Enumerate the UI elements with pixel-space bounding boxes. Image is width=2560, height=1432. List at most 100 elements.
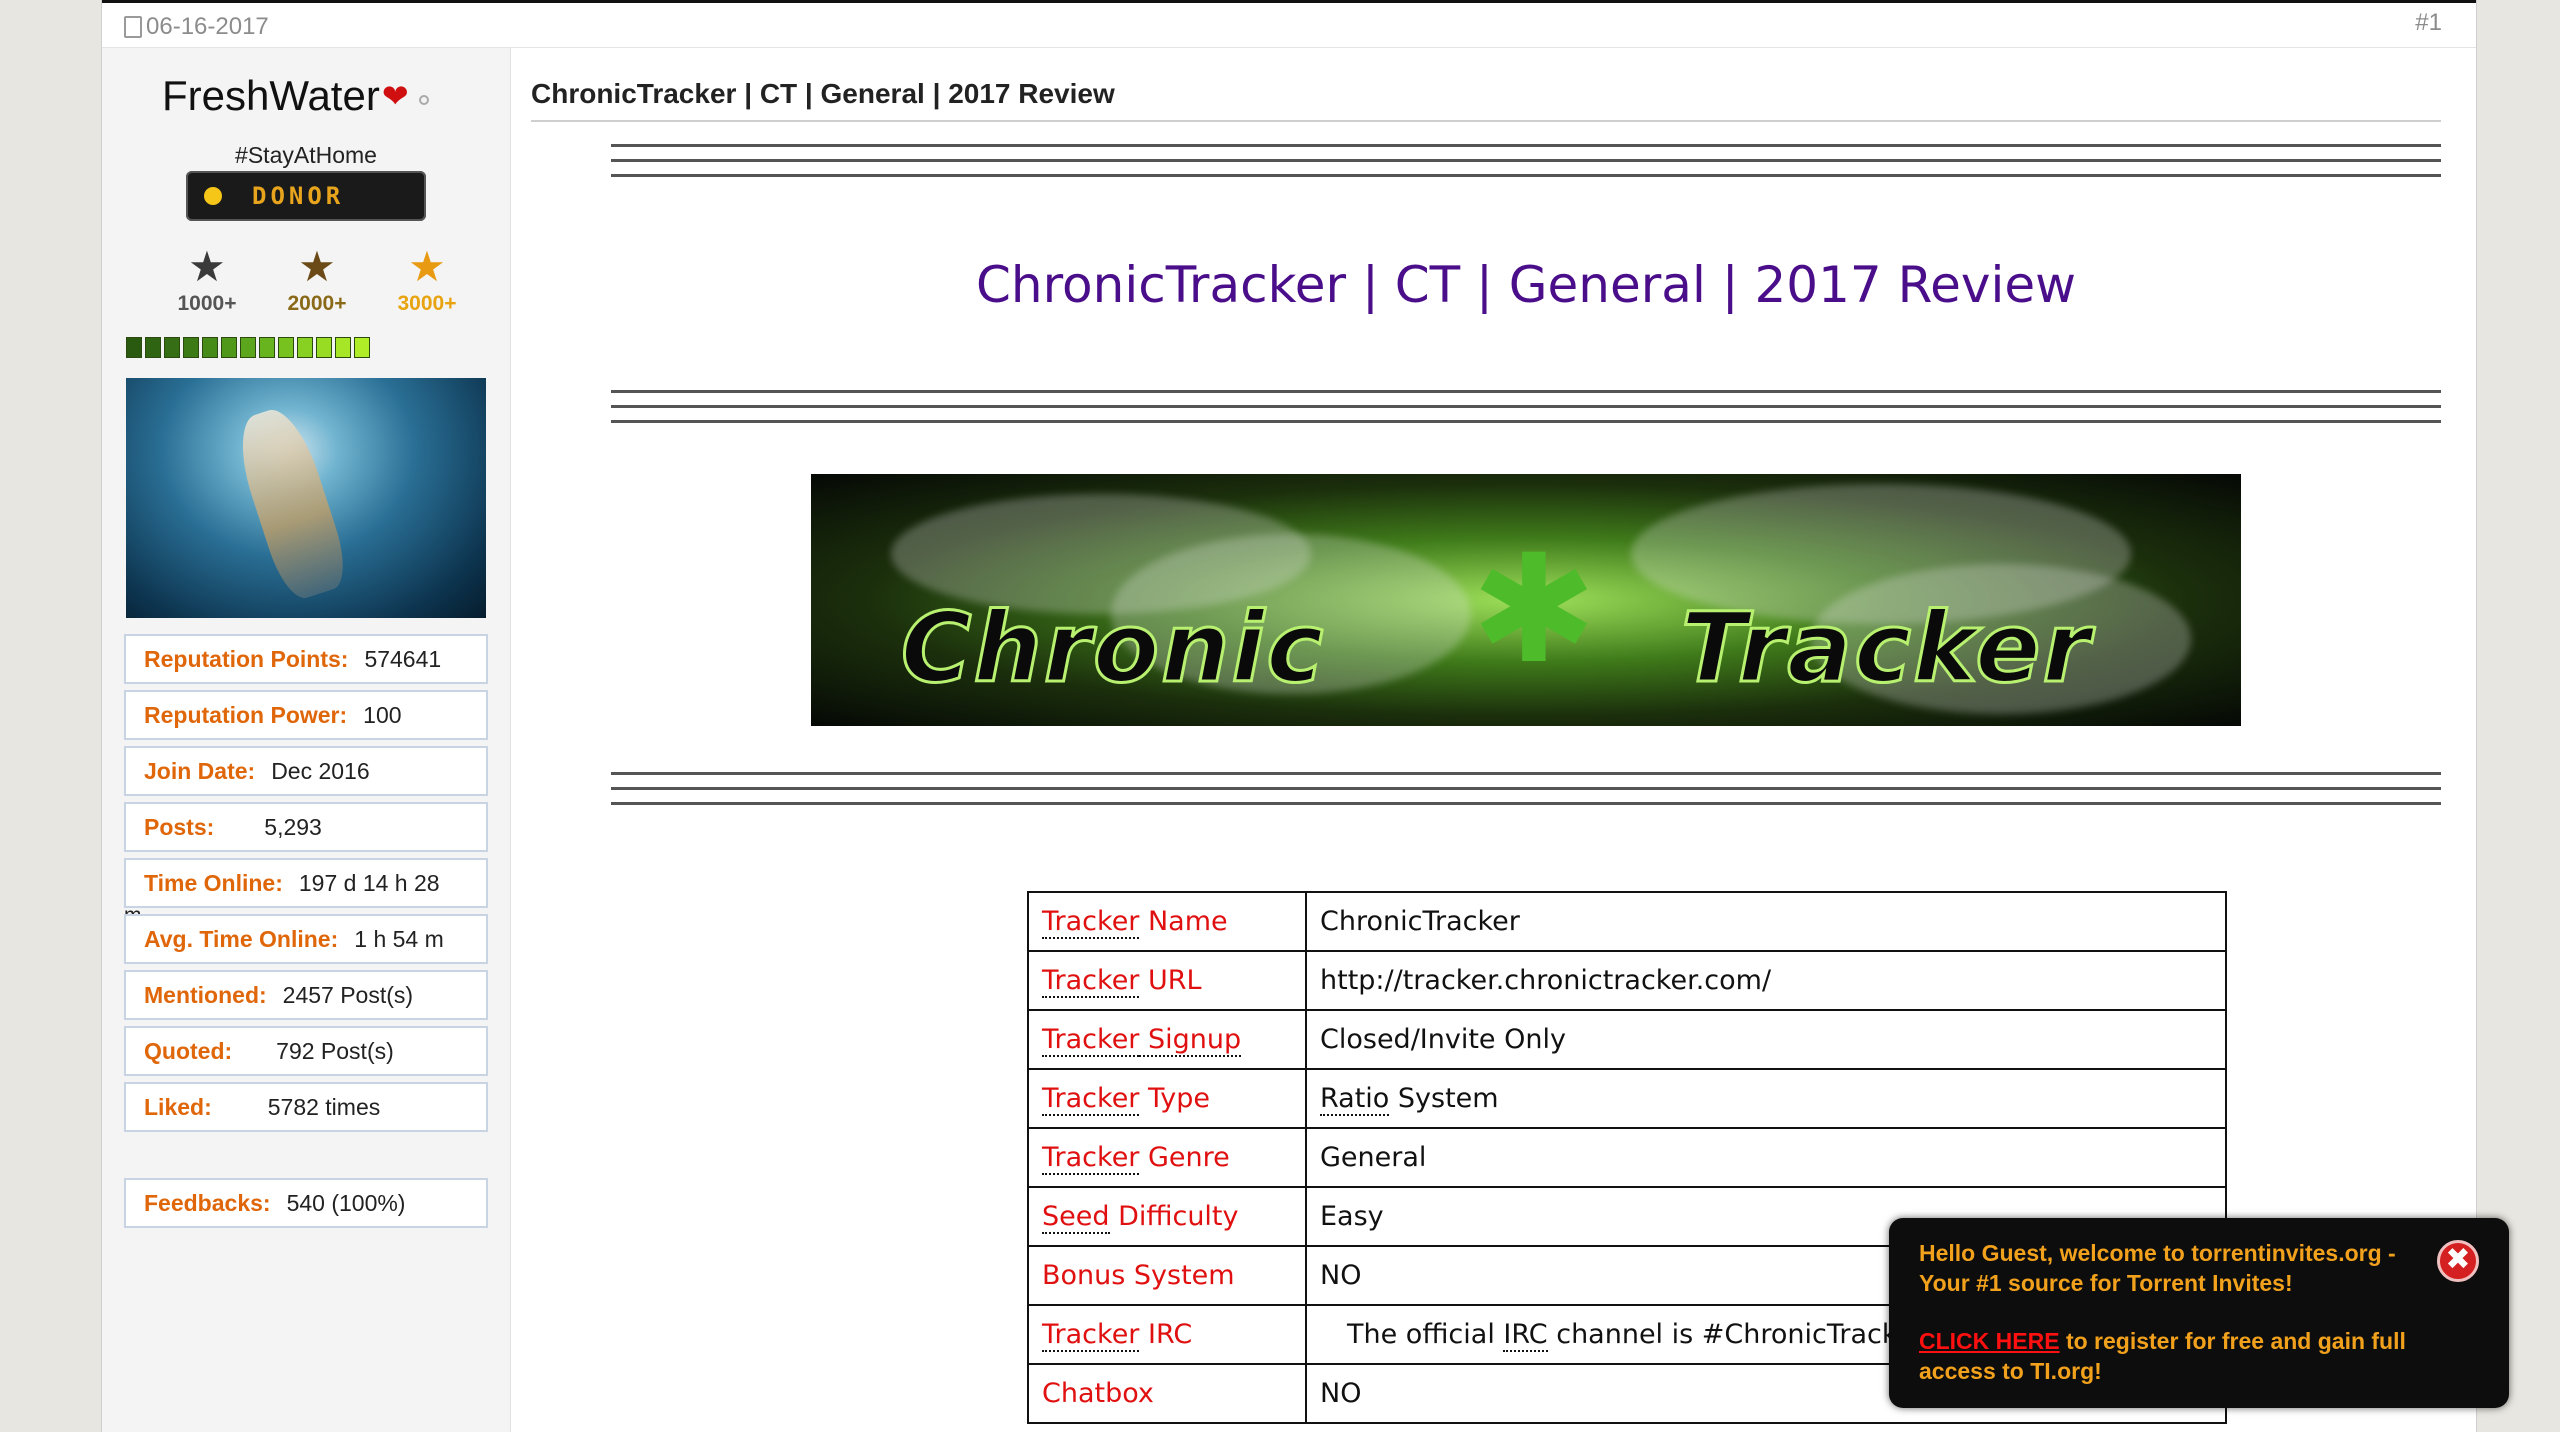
keyword-link[interactable]: Tracker — [1042, 906, 1140, 939]
reputation-segment — [297, 337, 313, 358]
stat-label: Quoted: — [144, 1037, 233, 1064]
popup-greeting: Hello Guest, welcome to torrentinvites.o… — [1919, 1240, 2396, 1296]
table-row: Tracker URL http://tracker.chronictracke… — [1027, 950, 2227, 1011]
cannabis-leaf-icon: ✱ — [1471, 525, 1597, 693]
stat-value: 100 — [363, 701, 402, 728]
row-value: General — [1305, 1127, 2227, 1188]
row-key: Bonus System — [1027, 1245, 1307, 1306]
row-key: Tracker Name — [1027, 891, 1307, 952]
stat-reputation-points: Reputation Points: 574641 — [124, 634, 488, 684]
row-key: Tracker URL — [1027, 950, 1307, 1011]
avatar[interactable] — [126, 378, 486, 618]
row-key: Tracker Genre — [1027, 1127, 1307, 1188]
close-icon[interactable]: ✖ — [2437, 1240, 2479, 1282]
reputation-segment — [259, 337, 275, 358]
keyword-link[interactable]: Tracker — [1042, 1142, 1140, 1175]
row-value: ChronicTracker — [1305, 891, 2227, 952]
banner-word: Chronic — [899, 591, 1326, 706]
username[interactable]: FreshWater ❤ — [162, 72, 429, 120]
keyword-link[interactable]: Seed — [1042, 1201, 1110, 1234]
stat-value: 540 (100%) — [286, 1189, 406, 1216]
heart-icon: ❤ — [381, 78, 409, 114]
stat-label: Posts: — [144, 813, 215, 840]
stat-label: Liked: — [144, 1093, 212, 1120]
stat-posts: Posts: 5,293 — [124, 802, 488, 852]
keyword-link[interactable]: Tracker — [1042, 1083, 1140, 1116]
stat-label: Reputation Points: — [144, 645, 349, 672]
register-link[interactable]: CLICK HERE — [1919, 1328, 2060, 1354]
table-row: Tracker Name ChronicTracker — [1027, 891, 2227, 952]
reputation-segment — [183, 337, 199, 358]
stat-value: 2457 Post(s) — [282, 981, 414, 1008]
reputation-segment — [240, 337, 256, 358]
stat-label: Avg. Time Online: — [144, 925, 339, 952]
stat-time-online: Time Online: 197 d 14 h 28 m — [124, 858, 488, 927]
row-key: Tracker Type — [1027, 1068, 1307, 1129]
reputation-segment — [316, 337, 332, 358]
stat-value: 197 d 14 h 28 — [298, 869, 440, 896]
stat-value: Dec 2016 — [271, 757, 370, 784]
post-number-link[interactable]: #1 — [2415, 9, 2442, 37]
row-key: Chatbox — [1027, 1363, 1307, 1424]
stat-mentioned: Mentioned: 2457 Post(s) — [124, 970, 488, 1020]
post-date: 06-16-2017 — [124, 13, 269, 41]
banner-word: Tracker — [1680, 591, 2092, 706]
stat-join-date: Join Date: Dec 2016 — [124, 746, 488, 796]
title-divider — [531, 120, 2441, 122]
reputation-segment — [278, 337, 294, 358]
reputation-segment — [145, 337, 161, 358]
stat-reputation-power: Reputation Power: 100 — [124, 690, 488, 740]
reputation-segment — [202, 337, 218, 358]
stat-label: Reputation Power: — [144, 701, 348, 728]
triple-rule — [611, 390, 2441, 428]
star-icon: ★ — [188, 243, 226, 290]
stat-value: 5,293 — [264, 813, 322, 840]
donor-dot-icon — [204, 187, 222, 205]
stat-value: 792 Post(s) — [276, 1037, 394, 1064]
stat-label: Time Online: — [144, 869, 283, 896]
donor-badge-text: DONOR — [252, 182, 345, 210]
keyword-link[interactable]: Ratio — [1320, 1083, 1390, 1116]
table-row: Tracker Type Ratio System — [1027, 1068, 2227, 1129]
keyword-link[interactable]: Tracker — [1042, 1319, 1140, 1352]
post-title: ChronicTracker | CT | General | 2017 Rev… — [531, 78, 1115, 109]
keyword-link[interactable]: IRC — [1503, 1319, 1548, 1352]
chronictracker-banner-image: Chronic ✱ Tracker — [811, 474, 2241, 726]
reputation-bar — [126, 337, 370, 358]
milestone-2000: ★ 2000+ — [262, 246, 372, 316]
post-icon — [124, 16, 142, 38]
row-key: Seed Difficulty — [1027, 1186, 1307, 1247]
table-row: Tracker Signup Closed/Invite Only — [1027, 1009, 2227, 1070]
donor-badge: DONOR — [186, 171, 426, 221]
milestone-3000: ★ 3000+ — [372, 246, 482, 316]
guest-welcome-popup: Hello Guest, welcome to torrentinvites.o… — [1889, 1218, 2509, 1408]
milestone-label: 2000+ — [287, 292, 347, 315]
username-text[interactable]: FreshWater — [162, 72, 380, 120]
post-date-text: 06-16-2017 — [146, 13, 269, 40]
stat-avg-time-online: Avg. Time Online: 1 h 54 m — [124, 914, 488, 964]
stat-label: Feedbacks: — [144, 1189, 271, 1216]
keyword-link[interactable]: Tracker — [1042, 965, 1140, 998]
stat-quoted: Quoted: 792 Post(s) — [124, 1026, 488, 1076]
post-header: 06-16-2017 #1 — [102, 3, 2476, 48]
triple-rule — [611, 144, 2441, 182]
user-title: #StayAtHome — [235, 142, 377, 168]
milestone-label: 1000+ — [177, 292, 237, 315]
keyword-link[interactable]: Tracker — [1042, 1024, 1140, 1057]
stat-value: 5782 times — [267, 1093, 381, 1120]
reputation-segment — [335, 337, 351, 358]
stat-liked: Liked: 5782 times — [124, 1082, 488, 1132]
stat-value: 574641 — [364, 645, 442, 672]
reputation-segment — [221, 337, 237, 358]
stat-label: Join Date: — [144, 757, 256, 784]
table-row: Tracker Genre General — [1027, 1127, 2227, 1188]
user-info-panel: FreshWater ❤ #StayAtHome DONOR ★ 1000+ ★… — [102, 48, 511, 1432]
stat-value: 1 h 54 m — [354, 925, 444, 952]
milestone-stars: ★ 1000+ ★ 2000+ ★ 3000+ — [152, 246, 482, 316]
row-value: Ratio System — [1305, 1068, 2227, 1129]
popup-cta: CLICK HERE to register for free and gain… — [1919, 1326, 2479, 1386]
stat-label: Mentioned: — [144, 981, 267, 1008]
row-key: Tracker IRC — [1027, 1304, 1307, 1365]
reputation-segment — [126, 337, 142, 358]
row-value: Closed/Invite Only — [1305, 1009, 2227, 1070]
